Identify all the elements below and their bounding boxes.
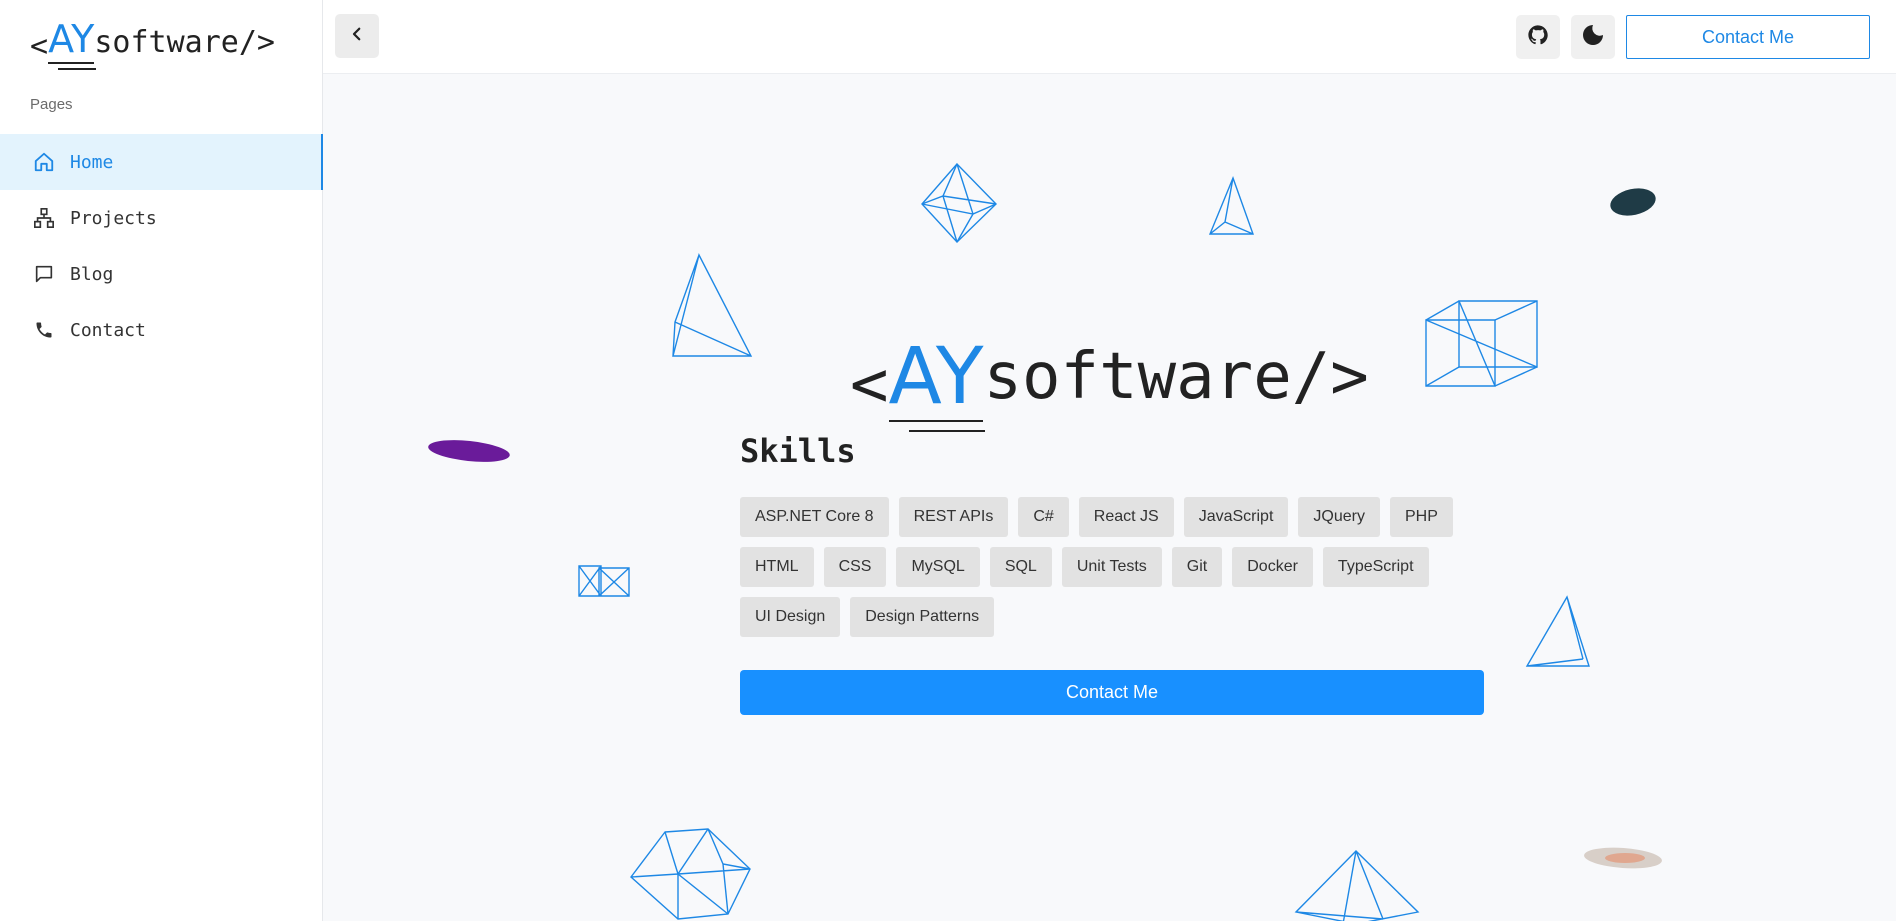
skill-tag: Design Patterns [850, 597, 995, 637]
tetrahedron-shape-3 [1525, 595, 1590, 667]
skill-tag: Git [1171, 547, 1223, 587]
sidebar: < AY software/> Pages Home Projects Blog [0, 0, 323, 921]
github-button[interactable] [1516, 15, 1560, 59]
github-icon [1527, 24, 1549, 51]
purple-disc-shape [428, 440, 510, 462]
skill-tag: REST APIs [898, 497, 1009, 537]
hero-logo: < AY software/> [850, 312, 1369, 432]
skill-tag: CSS [823, 547, 887, 587]
message-icon [32, 262, 56, 286]
tetrahedron-shape-2 [672, 253, 753, 357]
chevron-left-icon [348, 25, 366, 48]
cube-shape-1 [1425, 300, 1538, 387]
skill-tag: ASP.NET Core 8 [740, 497, 889, 537]
main-content: < AY software/> Skills ASP.NET Core 8 RE… [323, 74, 1896, 921]
sidebar-item-blog[interactable]: Blog [0, 246, 323, 302]
sidebar-item-label: Projects [70, 207, 157, 229]
collapse-sidebar-button[interactable] [335, 14, 379, 58]
hero-logo-suffix: software/> [983, 340, 1369, 414]
pages-section-label: Pages [30, 96, 73, 113]
skill-tag: PHP [1389, 497, 1453, 537]
skill-tag: React JS [1078, 497, 1174, 537]
sidebar-item-label: Blog [70, 263, 114, 285]
skill-tag: UI Design [740, 597, 841, 637]
logo-initials: AY [48, 20, 97, 70]
moon-icon [1581, 23, 1605, 52]
sidebar-nav: Home Projects Blog Contact [0, 134, 323, 358]
brand-logo[interactable]: < AY software/> [30, 14, 275, 70]
skill-tag: Docker [1232, 547, 1313, 587]
skills-list: ASP.NET Core 8 REST APIs C# React JS Jav… [740, 497, 1500, 637]
teal-disc-shape [1610, 188, 1656, 216]
skill-tag: HTML [740, 547, 814, 587]
pyramid-shape [1294, 850, 1420, 921]
skill-tag: JavaScript [1183, 497, 1289, 537]
skill-tag: TypeScript [1322, 547, 1429, 587]
contact-me-button[interactable]: Contact Me [740, 670, 1484, 715]
logo-suffix: software/> [94, 25, 275, 60]
sidebar-item-label: Contact [70, 319, 146, 341]
sidebar-item-label: Home [70, 151, 114, 173]
skill-tag: Unit Tests [1061, 547, 1162, 587]
skill-tag: C# [1018, 497, 1069, 537]
sidebar-item-projects[interactable]: Projects [0, 190, 323, 246]
skill-tag: JQuery [1298, 497, 1380, 537]
octahedron-shape-1 [921, 162, 997, 244]
header-contact-button[interactable]: Contact Me [1626, 15, 1870, 59]
sitemap-icon [32, 206, 56, 230]
icosahedron-shape [630, 828, 751, 920]
theme-toggle-button[interactable] [1571, 15, 1615, 59]
tetrahedron-shape-1 [1208, 176, 1254, 235]
home-icon [32, 150, 56, 174]
phone-icon [32, 318, 56, 342]
sidebar-item-contact[interactable]: Contact [0, 302, 323, 358]
skills-title: Skills [740, 432, 856, 470]
cream-disc-center [1605, 853, 1645, 863]
hero-logo-prefix: < [850, 348, 889, 422]
hero-logo-initials: AY [888, 332, 986, 432]
skill-tag: MySQL [896, 547, 980, 587]
sidebar-item-home[interactable]: Home [0, 134, 323, 190]
skill-tag: SQL [989, 547, 1052, 587]
logo-prefix: < [30, 29, 49, 64]
top-bar: Contact Me [323, 0, 1896, 74]
cube-shape-2 [578, 565, 630, 597]
